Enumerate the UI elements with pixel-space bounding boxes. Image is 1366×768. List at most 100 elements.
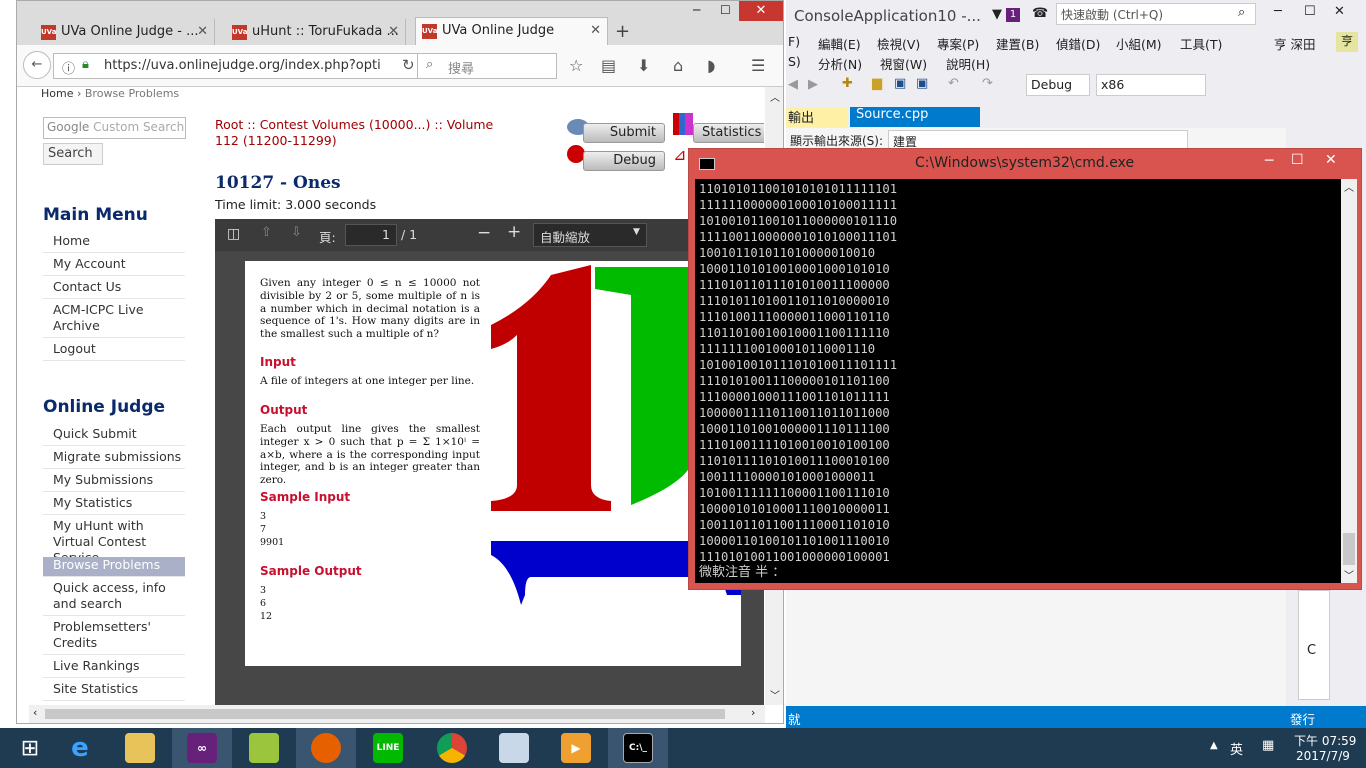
taskbar-explorer[interactable] bbox=[110, 728, 170, 768]
minimize-icon[interactable]: ─ bbox=[693, 3, 700, 17]
menu-debug[interactable]: 偵錯(D) bbox=[1056, 34, 1100, 53]
back-icon[interactable]: ◀ bbox=[788, 77, 798, 92]
main-menu-item[interactable]: Logout bbox=[43, 341, 185, 361]
url-bar[interactable]: ⓘ 🔒︎ https://uva.onlinejudge.org/index.p… bbox=[53, 53, 423, 79]
pocket-icon[interactable]: ◗ bbox=[707, 56, 715, 75]
scroll-right-icon[interactable]: › bbox=[751, 706, 755, 719]
menu-test[interactable]: S) bbox=[788, 54, 801, 69]
user-avatar[interactable]: 亨 bbox=[1336, 32, 1358, 52]
scroll-up-icon[interactable]: ︿ bbox=[1344, 179, 1354, 194]
maximize-icon[interactable]: ☐ bbox=[720, 3, 731, 17]
statistics-button[interactable]: Statistics bbox=[693, 123, 764, 143]
search-bar[interactable]: ⌕ 搜尋 bbox=[417, 53, 557, 79]
tray-expand-icon[interactable]: ▲ bbox=[1210, 740, 1218, 751]
zoom-select[interactable]: 自動縮放 bbox=[533, 223, 647, 247]
main-menu-item[interactable]: My Account bbox=[43, 256, 185, 276]
close-icon[interactable]: ✕ bbox=[1334, 4, 1345, 19]
site-search-input[interactable]: Google Custom Search bbox=[43, 117, 186, 139]
home-icon[interactable]: ⌂ bbox=[673, 56, 683, 75]
menu-icon[interactable]: ☰ bbox=[751, 56, 765, 75]
oj-menu-item[interactable]: Live Rankings bbox=[43, 658, 185, 678]
pdf-icon[interactable]: ⊿ bbox=[673, 145, 686, 164]
taskbar-ie[interactable]: e bbox=[50, 728, 110, 768]
main-menu-item[interactable]: Home bbox=[43, 233, 185, 253]
url-text[interactable]: https://uva.onlinejudge.org/index.php?op… bbox=[104, 58, 380, 73]
download-icon[interactable]: ⬇ bbox=[637, 56, 650, 75]
redo-icon[interactable]: ↷ bbox=[982, 76, 993, 91]
user-name[interactable]: 亨 深田 bbox=[1274, 34, 1315, 53]
minimize-icon[interactable]: ─ bbox=[1265, 153, 1273, 169]
close-icon[interactable]: ✕ bbox=[1325, 152, 1337, 168]
oj-menu-item[interactable]: Quick access, info and search bbox=[43, 580, 185, 616]
main-menu-item[interactable]: ACM-ICPC Live Archive bbox=[43, 302, 185, 338]
zoom-out-icon[interactable]: − bbox=[477, 223, 491, 243]
oj-menu-item[interactable]: Site Statistics bbox=[43, 681, 185, 701]
clock-time[interactable]: 下午 07:59 bbox=[1294, 732, 1356, 749]
filter-icon[interactable]: ▼ bbox=[992, 7, 1002, 22]
menu-file[interactable]: F) bbox=[788, 34, 800, 49]
browser-tab-3[interactable]: UVa UVa Online Judge ✕ bbox=[415, 17, 608, 46]
oj-menu-item[interactable]: Quick Submit bbox=[43, 426, 185, 446]
scroll-down-icon[interactable]: ﹀ bbox=[1344, 567, 1354, 582]
scroll-left-icon[interactable]: ‹ bbox=[33, 706, 37, 719]
taskbar-notepadpp[interactable] bbox=[234, 728, 294, 768]
menu-project[interactable]: 專案(P) bbox=[937, 34, 979, 53]
taskbar-firefox[interactable] bbox=[296, 728, 356, 768]
platform-select[interactable]: x86 bbox=[1096, 74, 1206, 96]
menu-team[interactable]: 小組(M) bbox=[1116, 34, 1162, 53]
submit-button[interactable]: Submit bbox=[583, 123, 665, 143]
horizontal-scrollbar[interactable]: ‹ › bbox=[29, 705, 765, 723]
menu-view[interactable]: 檢視(V) bbox=[877, 34, 920, 53]
network-icon[interactable]: ▦ bbox=[1262, 738, 1274, 753]
forward-icon[interactable]: ▶ bbox=[808, 77, 818, 92]
browser-tab-1[interactable]: UVa UVa Online Judge - ... ✕ bbox=[35, 19, 215, 46]
save-all-icon[interactable]: ▣ bbox=[916, 76, 928, 91]
oj-menu-item[interactable]: Migrate submissions bbox=[43, 449, 185, 469]
breadcrumb-home[interactable]: Home bbox=[41, 87, 73, 100]
console-output[interactable]: 110101011001010101011111101 1111110000001… bbox=[695, 179, 1341, 583]
config-select[interactable]: Debug bbox=[1026, 74, 1090, 96]
close-tab-icon[interactable]: ✕ bbox=[590, 23, 601, 38]
undo-icon[interactable]: ↶ bbox=[948, 76, 959, 91]
problem-breadcrumb[interactable]: Root :: Contest Volumes (10000...) :: Vo… bbox=[215, 117, 495, 149]
oj-menu-item[interactable]: Problemsetters' Credits bbox=[43, 619, 185, 655]
new-tab-icon[interactable]: + bbox=[615, 21, 630, 42]
menu-analyze[interactable]: 分析(N) bbox=[818, 54, 862, 73]
taskbar-line[interactable]: LINE bbox=[358, 728, 418, 768]
browser-tab-2[interactable]: UVa uHunt :: ToruFukada ... ✕ bbox=[226, 19, 406, 46]
scroll-down-icon[interactable]: ﹀ bbox=[770, 687, 780, 702]
oj-menu-item[interactable]: My Submissions bbox=[43, 472, 185, 492]
tab-output[interactable]: 輸出 bbox=[786, 107, 848, 127]
open-icon[interactable]: ▆ bbox=[872, 76, 882, 91]
back-icon[interactable]: ← bbox=[23, 51, 51, 79]
taskbar-visual-studio[interactable]: ∞ bbox=[172, 728, 232, 768]
publish-button[interactable]: 發行 bbox=[1290, 709, 1315, 728]
prev-page-icon[interactable]: ⇧ bbox=[261, 225, 272, 240]
maximize-icon[interactable]: ☐ bbox=[1304, 4, 1316, 19]
menu-edit[interactable]: 編輯(E) bbox=[818, 34, 861, 53]
close-window-icon[interactable]: ✕ bbox=[739, 1, 783, 21]
save-icon[interactable]: ▣ bbox=[894, 76, 906, 91]
page-number-input[interactable]: 1 bbox=[345, 224, 397, 246]
zoom-in-icon[interactable]: + bbox=[507, 222, 521, 242]
main-menu-item[interactable]: Contact Us bbox=[43, 279, 185, 299]
info-icon[interactable]: ⓘ bbox=[62, 58, 75, 77]
menu-help[interactable]: 說明(H) bbox=[946, 54, 990, 73]
clock-date[interactable]: 2017/7/9 bbox=[1296, 749, 1350, 763]
taskbar-cmd[interactable]: C:\_ bbox=[608, 728, 668, 768]
taskbar-chrome[interactable] bbox=[422, 728, 482, 768]
oj-menu-item[interactable]: My Statistics bbox=[43, 495, 185, 515]
debug-button[interactable]: Debug bbox=[583, 151, 665, 171]
next-page-icon[interactable]: ⇩ bbox=[291, 225, 302, 240]
scroll-up-icon[interactable]: ︿ bbox=[770, 89, 780, 104]
close-tab-icon[interactable]: ✕ bbox=[388, 24, 399, 39]
tab-source-cpp[interactable]: Source.cpp bbox=[850, 107, 980, 127]
bookmark-star-icon[interactable]: ☆ bbox=[569, 56, 583, 75]
sidebar-toggle-icon[interactable]: ◫ bbox=[227, 226, 240, 242]
menu-tools[interactable]: 工具(T) bbox=[1180, 34, 1222, 53]
notification-badge[interactable]: 1 bbox=[1006, 8, 1020, 22]
feedback-icon[interactable]: ☎ bbox=[1032, 6, 1048, 21]
library-icon[interactable]: ▤ bbox=[601, 56, 616, 75]
menu-window[interactable]: 視窗(W) bbox=[880, 54, 927, 73]
menu-build[interactable]: 建置(B) bbox=[996, 34, 1039, 53]
